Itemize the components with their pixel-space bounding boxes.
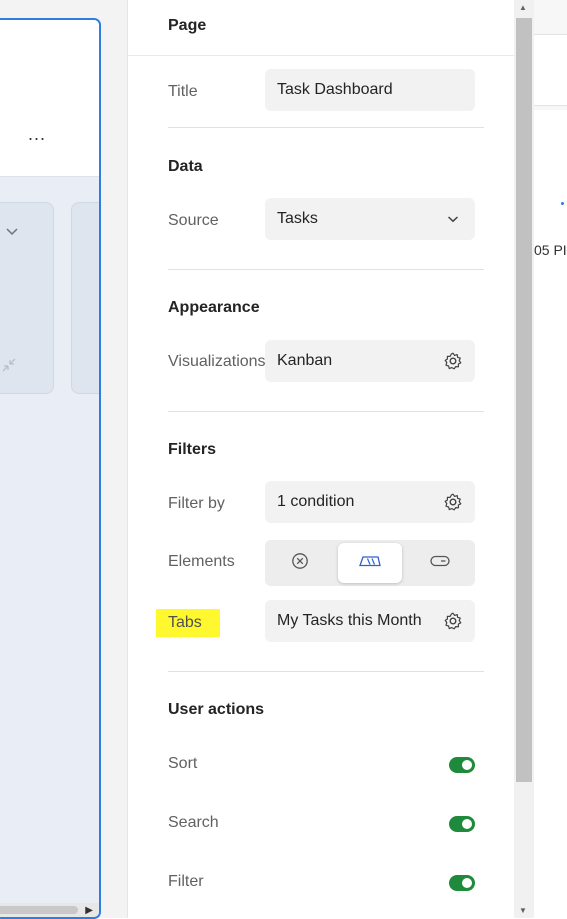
close-circle-icon <box>291 552 309 575</box>
visualizations-field[interactable]: Kanban <box>265 340 475 382</box>
sort-label: Sort <box>168 755 198 772</box>
search-label: Search <box>168 814 219 831</box>
properties-panel: Page Title Task Dashboard Data Source Ta… <box>127 0 515 918</box>
divider <box>168 671 484 672</box>
divider <box>128 55 515 56</box>
kanban-column[interactable] <box>71 202 99 394</box>
chevron-down-icon[interactable] <box>5 223 19 241</box>
canvas-preview: ... ▶ <box>0 0 127 919</box>
search-toggle[interactable] <box>449 816 475 832</box>
tabs-label: Tabs <box>168 614 202 631</box>
toggle-pill-icon <box>430 554 450 572</box>
section-title-appearance: Appearance <box>168 299 260 316</box>
filter-by-value: 1 condition <box>277 493 355 510</box>
filter-toggle[interactable] <box>449 875 475 891</box>
title-field[interactable]: Task Dashboard <box>265 69 475 111</box>
collapse-icon[interactable] <box>1 357 17 378</box>
scrollbar-thumb[interactable] <box>0 906 78 914</box>
kanban-column[interactable] <box>0 202 54 394</box>
tabs-field[interactable]: My Tasks this Month <box>265 600 475 642</box>
elements-label: Elements <box>168 553 235 570</box>
gear-icon[interactable] <box>443 611 463 631</box>
section-title-data: Data <box>168 158 203 175</box>
tab-strip-icon <box>359 554 381 572</box>
background-card <box>534 34 567 106</box>
gear-icon[interactable] <box>443 492 463 512</box>
divider <box>0 176 99 177</box>
source-dropdown[interactable]: Tasks <box>265 198 475 240</box>
element-option-none[interactable] <box>268 543 332 583</box>
section-title-page: Page <box>168 17 207 34</box>
scroll-right-arrow-icon[interactable]: ▶ <box>85 905 93 916</box>
sort-toggle[interactable] <box>449 757 475 773</box>
scroll-up-arrow-icon[interactable]: ▲ <box>519 3 527 12</box>
visualizations-value: Kanban <box>277 352 333 369</box>
section-title-user-actions: User actions <box>168 701 265 718</box>
horizontal-scrollbar[interactable]: ▶ <box>0 903 99 917</box>
elements-segmented-control <box>265 540 475 586</box>
element-option-tabs[interactable] <box>338 543 402 583</box>
section-title-filters: Filters <box>168 441 217 458</box>
filter-by-field[interactable]: 1 condition <box>265 481 475 523</box>
title-value: Task Dashboard <box>277 81 393 98</box>
background-indicator <box>561 202 564 205</box>
gear-icon[interactable] <box>443 351 463 371</box>
filter-label: Filter <box>168 873 204 890</box>
more-options-button[interactable]: ... <box>28 124 46 145</box>
divider <box>168 127 484 128</box>
vertical-scrollbar[interactable]: ▲ ▼ <box>514 0 534 918</box>
source-value: Tasks <box>277 210 318 227</box>
canvas-header: ... <box>0 20 99 176</box>
background-time-text: 05 PI <box>534 242 567 258</box>
chevron-down-icon <box>443 209 463 229</box>
scroll-down-arrow-icon[interactable]: ▼ <box>519 906 527 915</box>
selected-component-frame[interactable]: ... ▶ <box>0 18 101 919</box>
background-app: 05 PI <box>534 0 567 918</box>
title-label: Title <box>168 83 198 100</box>
divider <box>168 411 484 412</box>
source-label: Source <box>168 212 219 229</box>
background-content <box>534 110 567 918</box>
divider <box>168 269 484 270</box>
tabs-value: My Tasks this Month <box>277 612 422 629</box>
element-option-pills[interactable] <box>408 543 472 583</box>
visualizations-label: Visualizations <box>168 353 266 370</box>
scrollbar-thumb[interactable] <box>516 18 532 782</box>
filter-by-label: Filter by <box>168 495 225 512</box>
